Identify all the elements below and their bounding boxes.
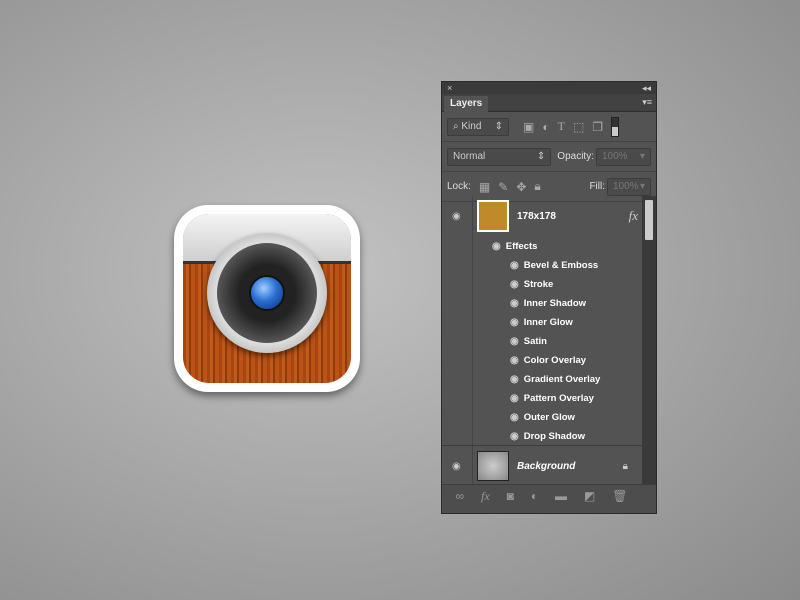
- type-filter-icon[interactable]: T: [558, 119, 565, 134]
- effect-row[interactable]: ◉ Bevel & Emboss: [510, 256, 598, 275]
- effect-name: Inner Glow: [523, 317, 573, 328]
- effect-name: Satin: [523, 336, 547, 347]
- smart-object-filter-icon[interactable]: ❐: [592, 120, 603, 134]
- add-style-icon[interactable]: fx: [481, 489, 490, 504]
- effect-row[interactable]: ◉ Outer Glow: [510, 408, 575, 427]
- collapse-icon[interactable]: ◂◂: [642, 82, 651, 94]
- effect-row[interactable]: ◉ Drop Shadow: [510, 427, 585, 446]
- blend-mode-select[interactable]: Normal ⇕: [447, 147, 552, 166]
- lock-position-icon[interactable]: ✥: [516, 180, 526, 194]
- link-layers-icon[interactable]: ∞: [455, 489, 464, 503]
- eye-icon[interactable]: ◉: [510, 298, 519, 309]
- eye-icon[interactable]: ◉: [510, 412, 519, 423]
- close-icon[interactable]: ×: [447, 82, 452, 94]
- effect-row[interactable]: ◉ Inner Glow: [510, 313, 573, 332]
- lock-icon: 🔒︎: [622, 460, 628, 472]
- filter-kind-select[interactable]: ⌕ Kind ⇕: [447, 117, 509, 136]
- effect-name: Drop Shadow: [523, 431, 585, 442]
- effect-name: Gradient Overlay: [523, 374, 601, 385]
- opacity-label: Opacity:: [557, 151, 594, 162]
- lock-all-icon[interactable]: 🔒︎: [534, 179, 540, 194]
- fx-icon[interactable]: fx: [629, 208, 638, 224]
- effects-row[interactable]: ◉ Effects: [492, 237, 537, 256]
- lock-label: Lock:: [447, 181, 471, 192]
- tab-layers[interactable]: Layers: [444, 96, 489, 112]
- opacity-field[interactable]: 100% ▾: [595, 147, 651, 166]
- layer-name[interactable]: 178x178: [517, 211, 556, 222]
- effect-name: Stroke: [523, 279, 554, 290]
- eye-icon[interactable]: ◉: [510, 260, 519, 271]
- adjustment-filter-icon[interactable]: ◐: [542, 120, 549, 134]
- filter-toggle[interactable]: [611, 116, 620, 137]
- effect-name: Color Overlay: [523, 355, 587, 366]
- layer-name[interactable]: Background: [517, 461, 575, 472]
- effect-row[interactable]: ◉ Gradient Overlay: [510, 370, 600, 389]
- effect-row[interactable]: ◉ Satin: [510, 332, 547, 351]
- lock-pixels-icon[interactable]: ✎: [498, 180, 508, 194]
- effect-row[interactable]: ◉ Inner Shadow: [510, 294, 586, 313]
- new-layer-icon[interactable]: ◩: [584, 489, 595, 503]
- lock-transparent-icon[interactable]: ▦: [479, 180, 490, 194]
- fill-label: Fill:: [589, 181, 605, 192]
- panel-menu-icon[interactable]: ▾≡: [642, 97, 652, 108]
- layer-thumbnail: [477, 200, 509, 232]
- effect-name: Pattern Overlay: [523, 393, 594, 404]
- shape-filter-icon[interactable]: ⬚: [573, 120, 584, 134]
- eye-icon[interactable]: ◉: [510, 355, 519, 366]
- effect-name: Bevel & Emboss: [523, 260, 599, 271]
- effect-row[interactable]: ◉ Color Overlay: [510, 351, 586, 370]
- trash-icon[interactable]: 🗑︎: [612, 489, 627, 503]
- scrollbar[interactable]: [642, 196, 656, 486]
- eye-icon[interactable]: ◉: [510, 393, 519, 404]
- fill-field[interactable]: 100% ▾: [607, 177, 651, 196]
- camera-app-icon: [174, 205, 360, 392]
- image-filter-icon[interactable]: ▣: [523, 120, 534, 134]
- effect-name: Inner Shadow: [523, 298, 587, 309]
- new-group-icon[interactable]: ▬: [555, 489, 567, 503]
- layer-thumbnail: [477, 451, 509, 481]
- layer-row[interactable]: ◉ 178x178 fx: [442, 196, 642, 236]
- eye-icon[interactable]: ◉: [510, 374, 519, 385]
- eye-icon[interactable]: ◉: [510, 317, 519, 328]
- new-adjustment-icon[interactable]: ◐: [531, 489, 538, 503]
- eye-icon[interactable]: ◉: [510, 279, 519, 290]
- layer-row-background[interactable]: ◉ Background 🔒︎: [442, 445, 642, 486]
- eye-icon[interactable]: ◉: [510, 336, 519, 347]
- eye-icon[interactable]: ◉: [510, 431, 519, 442]
- search-icon: ⌕: [453, 121, 459, 132]
- layers-list: ◉ 178x178 fx ◉ Effects ◉ Bevel & Emboss ◉ St…: [442, 196, 642, 486]
- eye-icon[interactable]: ◉: [492, 241, 501, 252]
- add-mask-icon[interactable]: ◙: [507, 489, 514, 503]
- layers-panel: × ◂◂ Layers ▾≡ ⌕ Kind ⇕ ▣ ◐ T ⬚ ❐ Normal ⇕ O…: [441, 81, 657, 514]
- eye-icon[interactable]: ◉: [452, 461, 461, 472]
- effect-name: Outer Glow: [523, 412, 575, 423]
- camera-lens: [207, 232, 327, 353]
- effect-row[interactable]: ◉ Pattern Overlay: [510, 389, 594, 408]
- eye-icon[interactable]: ◉: [452, 211, 461, 222]
- effect-row[interactable]: ◉ Stroke: [510, 275, 553, 294]
